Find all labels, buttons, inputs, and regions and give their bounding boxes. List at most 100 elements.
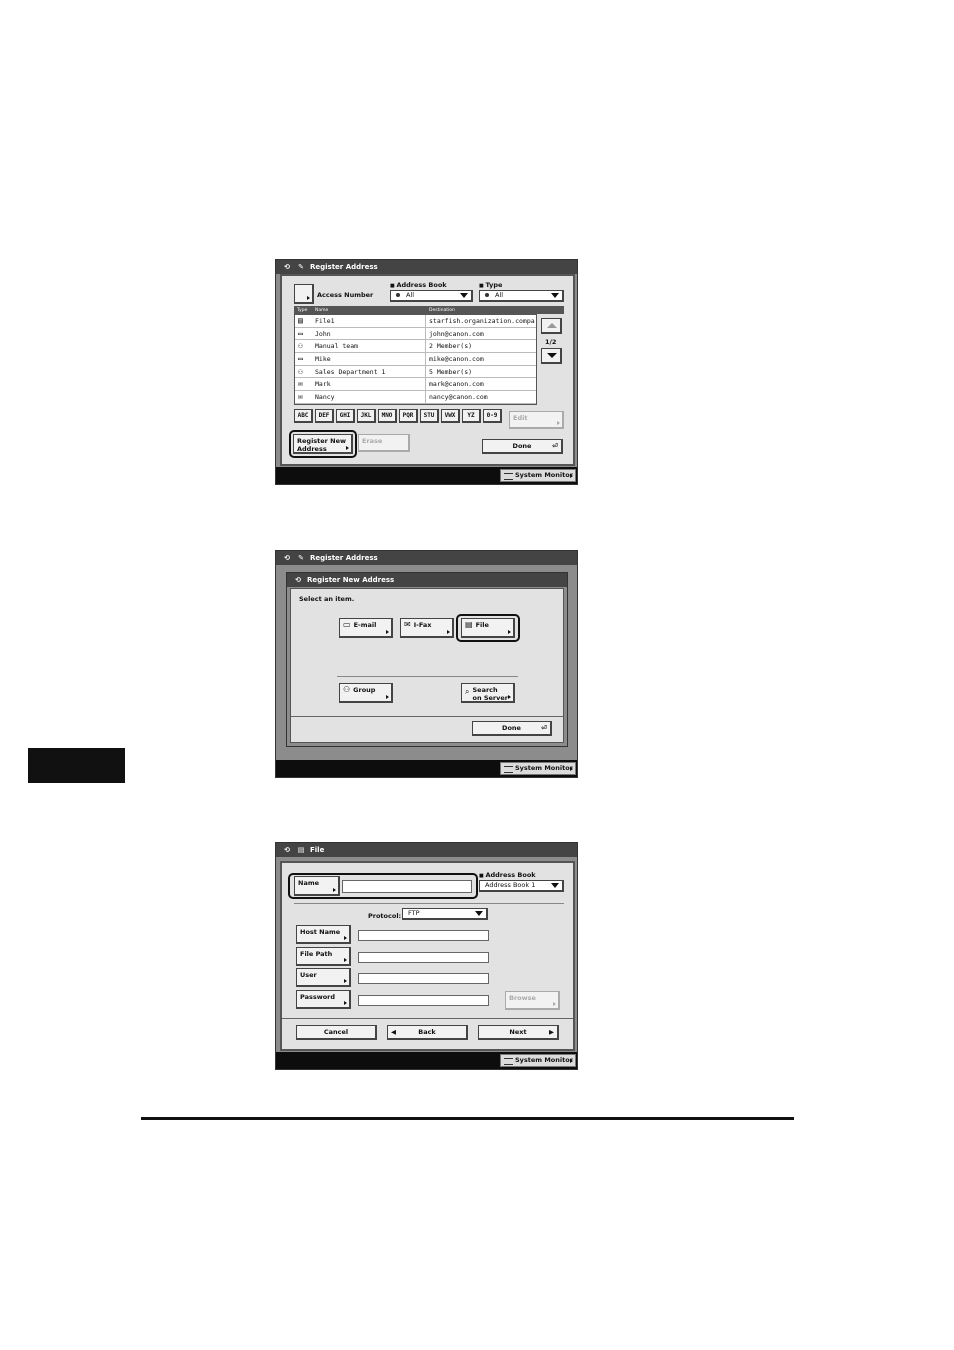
system-monitor-button[interactable]: System Monitor: [500, 469, 576, 482]
address-book-icon: ✎: [298, 263, 304, 271]
table-row[interactable]: ✉ Nancy nancy@canon.com: [295, 391, 536, 404]
access-number-label: Access Number: [317, 291, 374, 299]
erase-button[interactable]: Erase: [358, 434, 410, 452]
row-name: Manual team: [315, 342, 359, 351]
column-name: Name: [315, 308, 329, 313]
table-row[interactable]: ⚇ Manual team 2 Member(s): [295, 340, 536, 354]
row-name: Sales Department 1: [315, 367, 386, 376]
email-icon: ▭: [298, 328, 303, 338]
row-destination: nancy@canon.com: [429, 393, 488, 402]
dialog-body: Select an item. ▭ E-mail ✉ I-Fax ▤ File ⚇ Gr…: [290, 588, 564, 743]
group-icon: ⚇: [298, 341, 303, 351]
main-panel: Name Address Book Address Book 1 Protoco…: [280, 861, 575, 1051]
column-separator: [425, 327, 426, 340]
user-field[interactable]: [358, 973, 489, 984]
ifax-icon: ✉: [298, 392, 303, 402]
left-arrow-icon: ◀: [391, 1028, 396, 1036]
next-button[interactable]: Next ▶: [478, 1025, 559, 1040]
ifax-button[interactable]: ✉ I-Fax: [400, 618, 454, 638]
key-yz[interactable]: YZ: [462, 409, 481, 423]
scroll-up-button[interactable]: [541, 318, 562, 334]
chapter-tab: [28, 748, 125, 783]
search-server-icon: ⌕: [465, 687, 470, 696]
type-dropdown[interactable]: All: [479, 290, 564, 302]
browse-button[interactable]: Browse: [505, 991, 560, 1010]
column-separator: [425, 378, 426, 391]
key-pqr[interactable]: PQR: [399, 409, 418, 423]
main-panel: Access Number Address Book All Type All …: [280, 274, 575, 466]
chevron-down-icon: [460, 293, 468, 298]
address-book-dropdown[interactable]: All: [390, 290, 473, 302]
table-row[interactable]: ✉ Mark mark@canon.com: [295, 378, 536, 392]
user-button[interactable]: User: [296, 968, 351, 987]
row-name: John: [315, 329, 331, 338]
key-def[interactable]: DEF: [315, 409, 334, 423]
row-destination: john@canon.com: [429, 329, 484, 338]
row-destination: 2 Member(s): [429, 342, 473, 351]
password-button[interactable]: Password: [296, 990, 351, 1009]
column-separator: [425, 391, 426, 403]
chevron-down-icon: [551, 883, 559, 888]
host-name-field[interactable]: [358, 930, 489, 941]
status-bar: System Monitor: [276, 1052, 577, 1069]
page-indicator: 1/2: [545, 338, 557, 346]
edit-button[interactable]: Edit: [509, 411, 564, 429]
scroll-down-button[interactable]: [541, 348, 562, 364]
key-0-9[interactable]: 0-9: [483, 409, 502, 423]
screen-title: Register Address: [310, 263, 378, 271]
section-rule: [141, 1117, 794, 1120]
ifax-icon: ✉: [298, 379, 303, 389]
key-mno[interactable]: MNO: [378, 409, 397, 423]
row-name: Mike: [315, 355, 331, 364]
cancel-button[interactable]: Cancel: [296, 1025, 377, 1040]
file-highlight: [456, 614, 520, 642]
register-new-address-screen: ⟲ ✎ Register Address ⟲ Register New Address…: [275, 550, 578, 778]
table-row[interactable]: ▤ File1 starfish.organization.compa: [295, 315, 536, 328]
table-row[interactable]: ▭ Mike mike@canon.com: [295, 353, 536, 366]
file-icon: ▤: [298, 316, 303, 325]
table-row[interactable]: ▭ John john@canon.com: [295, 327, 536, 341]
dialog-title: Register New Address: [307, 576, 395, 584]
back-icon: ⟲: [284, 554, 290, 562]
access-number-button[interactable]: [294, 284, 314, 304]
column-separator: [425, 340, 426, 353]
done-button[interactable]: Done: [482, 439, 563, 454]
dialog-title-bar: ⟲ Register New Address: [287, 573, 567, 587]
key-stu[interactable]: STU: [420, 409, 439, 423]
file-path-button[interactable]: File Path: [296, 947, 351, 966]
address-book-dropdown[interactable]: Address Book 1: [479, 880, 564, 892]
footer-divider: [291, 716, 563, 717]
footer-divider: [282, 1018, 573, 1019]
divider: [337, 676, 518, 677]
file-screen: ⟲ ▤ File Name Address Book Address Book 1 …: [275, 842, 578, 1070]
back-icon: ⟲: [284, 263, 290, 271]
system-monitor-button[interactable]: System Monitor: [500, 762, 576, 775]
back-button[interactable]: ◀ Back: [387, 1025, 468, 1040]
right-arrow-icon: ▶: [549, 1028, 554, 1036]
screen-title: Register Address: [310, 554, 378, 562]
done-button[interactable]: Done: [472, 721, 552, 736]
radio-dot-icon: [396, 293, 400, 297]
key-vwx[interactable]: VWX: [441, 409, 460, 423]
status-bar: System Monitor: [276, 467, 577, 484]
search-on-server-button[interactable]: ⌕ Search on Server: [461, 683, 515, 703]
email-button[interactable]: ▭ E-mail: [339, 618, 393, 638]
key-abc[interactable]: ABC: [294, 409, 313, 423]
group-button[interactable]: ⚇ Group: [339, 683, 393, 703]
title-bar: ⟲ ✎ Register Address: [276, 551, 577, 565]
table-row[interactable]: ⚇ Sales Department 1 5 Member(s): [295, 365, 536, 379]
chevron-down-icon: [551, 293, 559, 298]
host-name-button[interactable]: Host Name: [296, 925, 351, 944]
password-field[interactable]: [358, 995, 489, 1006]
key-ghi[interactable]: GHI: [336, 409, 355, 423]
up-arrow-icon: [547, 323, 557, 328]
file-path-field[interactable]: [358, 952, 489, 963]
status-bar: System Monitor: [276, 760, 577, 777]
column-separator: [425, 365, 426, 378]
address-book-label: Address Book: [390, 281, 446, 289]
protocol-dropdown[interactable]: FTP: [402, 908, 488, 920]
row-destination: mike@canon.com: [429, 355, 484, 364]
key-jkl[interactable]: JKL: [357, 409, 376, 423]
system-monitor-button[interactable]: System Monitor: [500, 1054, 576, 1067]
address-book-label: Address Book: [479, 871, 535, 879]
